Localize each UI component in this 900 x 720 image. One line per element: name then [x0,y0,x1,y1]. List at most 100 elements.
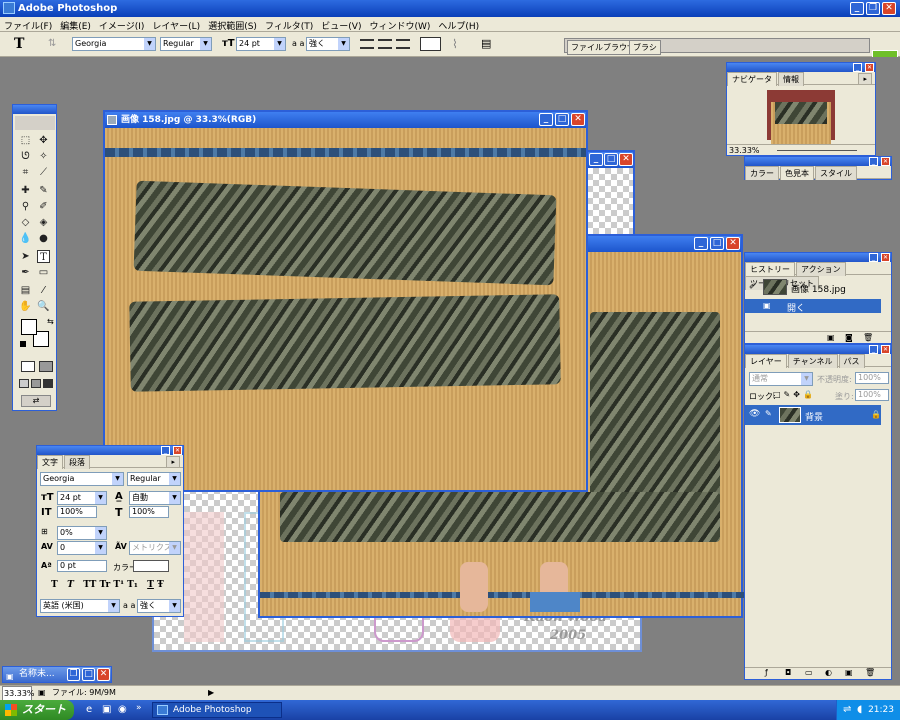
tab-styles[interactable]: スタイル [815,166,857,180]
history-snapshot[interactable]: ✐ 画像 158.jpg [745,277,891,297]
language-select[interactable]: 英語 (米国) ▼ [40,599,120,613]
close-button[interactable]: ✕ [726,237,740,250]
history-brush-tool-icon[interactable]: ✐ [37,200,50,213]
antialias-select[interactable]: 強く ▼ [306,37,350,51]
path-selection-tool-icon[interactable]: ➤ [19,250,32,263]
layer-style-icon[interactable]: ƒ [765,668,768,677]
opacity-field[interactable]: 100% [855,372,889,384]
lock-icons[interactable]: □✎✥🔒 [773,390,816,399]
align-right-icon[interactable] [396,39,410,49]
dodge-tool-icon[interactable]: ● [37,232,50,245]
hand-tool-icon[interactable]: ✋ [19,300,32,313]
baseline-shift-field[interactable]: 0 pt [57,560,107,572]
character-antialias-select[interactable]: 強く ▼ [137,599,181,613]
tab-swatches[interactable]: 色見本 [780,166,814,180]
close-button[interactable]: ✕ [865,63,874,72]
maximize-button[interactable]: □ [710,237,724,250]
restore-button[interactable]: ❐ [67,668,80,681]
layer-mask-icon[interactable]: ◘ [785,668,791,677]
tab-channels[interactable]: チャンネル [787,354,838,368]
eye-icon[interactable]: 👁 [749,409,760,419]
leading-select[interactable]: 自動 ▼ [129,491,181,505]
new-layer-icon[interactable]: ▣ [845,668,853,677]
palette-menu-icon[interactable]: ▸ [166,456,180,467]
subscript-button[interactable]: T₁ [127,580,138,590]
layer-set-icon[interactable]: ▭ [805,668,813,677]
text-orientation-icon[interactable]: ⇅ [48,38,56,49]
close-button[interactable]: ✕ [881,253,890,262]
eyedropper-tool-icon[interactable]: ⁄ [37,284,50,297]
font-family-select[interactable]: Georgia ▼ [72,37,156,51]
close-button[interactable]: ✕ [97,668,110,681]
zoom-slider[interactable] [777,150,857,151]
adobe-online-icon[interactable] [15,116,55,130]
status-menu-arrow-icon[interactable]: ▶ [208,686,214,699]
character-font-style-select[interactable]: Regular ▼ [127,472,181,486]
close-button[interactable]: ✕ [881,345,890,354]
blend-mode-select[interactable]: 通常 ▼ [749,372,813,386]
align-left-icon[interactable] [360,39,374,49]
all-caps-button[interactable]: TT [83,580,96,590]
character-color-swatch[interactable] [133,560,169,572]
tsume-select[interactable]: 0% ▼ [57,526,107,540]
type-tool-preset-icon[interactable]: T [14,36,24,52]
magic-wand-tool-icon[interactable]: ✧ [37,150,50,163]
quicklaunch-ie-icon[interactable]: e [86,704,92,715]
start-button[interactable]: スタート [0,700,74,720]
maximize-button[interactable]: □ [82,668,95,681]
layer-row-background[interactable]: 👁 ✎ 背景 🔒 [745,405,881,425]
default-colors-icon[interactable] [20,341,26,347]
paint-bucket-tool-icon[interactable]: ◈ [37,216,50,229]
navigator-thumbnail[interactable] [767,90,835,144]
blur-tool-icon[interactable]: 💧 [19,232,32,245]
screen-mode-standard-icon[interactable] [19,379,29,388]
quicklaunch-desktop-icon[interactable]: ▣ [102,704,111,715]
foreground-color-swatch[interactable] [21,319,37,335]
move-tool-icon[interactable]: ✥ [37,134,50,147]
network-icon[interactable]: ⇌ [843,700,851,720]
standard-mode-icon[interactable] [21,361,35,372]
font-size-select[interactable]: 24 pt ▼ [236,37,286,51]
palettes-icon[interactable]: ▤ [481,37,491,50]
quick-mask-mode-icon[interactable] [39,361,53,372]
slice-tool-icon[interactable]: ⟋ [37,166,50,179]
tab-history[interactable]: ヒストリー [745,262,795,276]
trash-icon[interactable]: 🗑 [865,668,875,677]
text-color-swatch[interactable] [420,37,441,51]
minimize-button[interactable]: _ [161,446,170,455]
minimize-button[interactable]: _ [589,153,603,166]
tab-paragraph[interactable]: 段落 [64,455,90,469]
minimize-button[interactable]: _ [869,157,878,166]
marquee-tool-icon[interactable]: ⬚ [19,134,32,147]
eraser-tool-icon[interactable]: ◇ [19,216,32,229]
document-window-middle[interactable]: _ □ ✕ [585,150,635,240]
minimize-button[interactable]: _ [869,345,878,354]
underline-button[interactable]: T [147,580,154,590]
small-caps-button[interactable]: Tr [99,580,110,590]
clone-stamp-tool-icon[interactable]: ⚲ [19,200,32,213]
close-button[interactable]: ✕ [619,153,633,166]
tab-paths[interactable]: パス [838,354,865,368]
tab-layers[interactable]: レイヤー [745,354,787,368]
palette-menu-icon[interactable]: ▸ [858,73,872,84]
minimize-button[interactable]: _ [539,113,553,126]
maximize-button[interactable]: □ [604,153,618,166]
zoom-value[interactable]: 33.33% [729,146,760,155]
minimize-button[interactable]: _ [694,237,708,250]
quicklaunch-chevron-icon[interactable]: » [136,703,142,713]
tab-navigator[interactable]: ナビゲータ [727,72,777,86]
palette-well-tab-brushes[interactable]: ブラシ [629,40,661,55]
pen-tool-icon[interactable]: ✒ [19,266,32,279]
align-center-icon[interactable] [378,39,392,49]
tracking-select[interactable]: 0 ▼ [57,541,107,555]
tab-color[interactable]: カラー [745,166,779,180]
faux-bold-button[interactable]: T [51,580,58,590]
strikethrough-button[interactable]: Ŧ [157,580,164,590]
trash-icon[interactable]: 🗑 [863,333,873,342]
minimized-document[interactable]: ▣ 名称未... ❐ □ ✕ [2,666,112,683]
taskbar-task-photoshop[interactable]: Adobe Photoshop [152,702,282,718]
adjustment-layer-icon[interactable]: ◐ [825,668,832,677]
character-size-select[interactable]: 24 pt ▼ [57,491,107,505]
restore-button[interactable]: ❐ [866,2,880,15]
history-state[interactable]: ▣ 開く [745,299,881,314]
